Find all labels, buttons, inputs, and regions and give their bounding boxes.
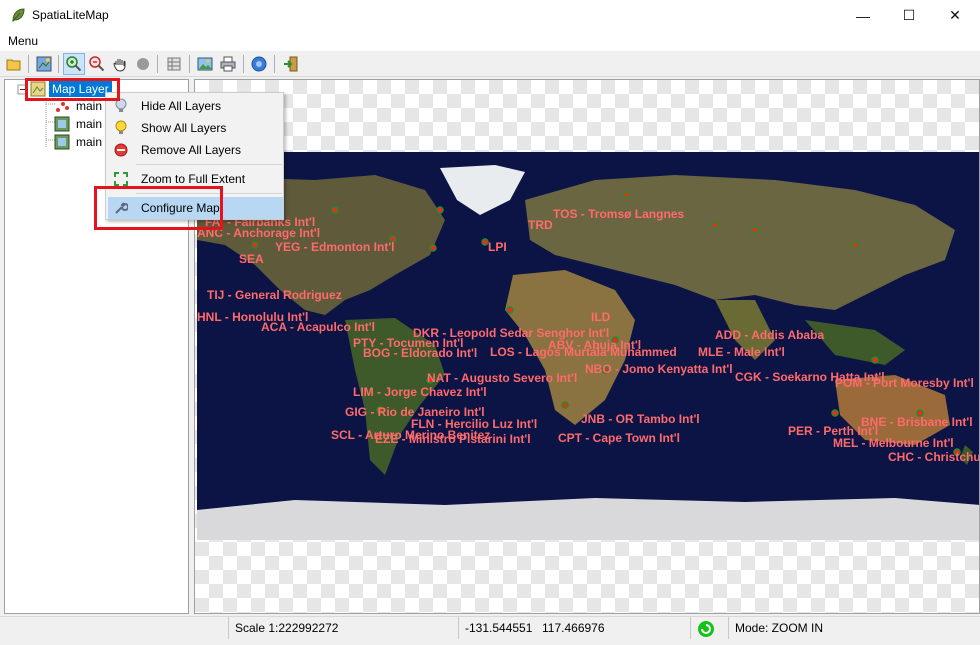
tree-layer-label: main	[76, 116, 103, 131]
zoom-full-extent-label: Zoom to Full Extent	[141, 172, 246, 186]
pan-button[interactable]	[109, 53, 131, 75]
tree-layer-label: main	[76, 134, 103, 149]
table-icon	[167, 57, 181, 71]
toolbar-separator	[28, 55, 29, 73]
mode-text: Mode: ZOOM IN	[735, 621, 824, 635]
hide-all-layers-label: Hide All Layers	[141, 99, 222, 113]
toolbar-separator	[157, 55, 158, 73]
remove-all-layers-item[interactable]: Remove All Layers	[108, 139, 283, 161]
airport-label: ACA - Acapulco Int'l	[261, 320, 375, 334]
airport-label: SEA	[239, 252, 264, 266]
airport-label: MLE - Male Int'l	[698, 345, 785, 359]
airport-label: MEL - Melbourne Int'l	[833, 436, 954, 450]
y-coordinate-readout: 117.466976	[536, 617, 690, 639]
airport-label: TRD	[528, 218, 553, 232]
scale-readout: Scale 1:222992272	[228, 617, 458, 639]
export-image-button[interactable]	[194, 53, 216, 75]
airport-label: ABV - Abuja Int'l	[548, 338, 642, 352]
status-indicator	[690, 617, 728, 639]
airport-label: EZE - Ministro Pistarini Int'l	[375, 432, 531, 446]
toolbar-separator	[274, 55, 275, 73]
app-window: SpatiaLiteMap — ☐ ✕ Menu Map Layer main …	[0, 0, 980, 639]
toolbar-separator	[243, 55, 244, 73]
scale-text: Scale 1:222992272	[235, 621, 339, 635]
menu-main[interactable]: Menu	[8, 34, 38, 48]
mode-readout: Mode: ZOOM IN	[728, 617, 980, 639]
add-layer-button[interactable]	[33, 53, 55, 75]
airport-label: LPI	[488, 240, 507, 254]
show-all-layers-label: Show All Layers	[141, 121, 227, 135]
airport-label: TIJ - General Rodriguez	[207, 288, 342, 302]
airport-label: ILD	[591, 310, 611, 324]
table-button[interactable]	[163, 53, 185, 75]
print-button[interactable]	[217, 53, 239, 75]
airport-label: CPT - Cape Town Int'l	[558, 431, 680, 445]
print-icon	[220, 56, 236, 72]
zoom-in-button[interactable]	[63, 53, 85, 75]
identify-button[interactable]	[132, 53, 154, 75]
exit-icon	[284, 56, 298, 72]
airport-label: YEG - Edmonton Int'l	[275, 240, 395, 254]
raster-layer-icon	[54, 116, 70, 131]
airport-label: BOG - Eldorado Int'l	[363, 346, 478, 360]
tree-layer-item[interactable]: main	[54, 115, 102, 132]
toolbar-separator	[189, 55, 190, 73]
add-layer-icon	[36, 56, 52, 72]
exit-button[interactable]	[280, 53, 302, 75]
title-bar: SpatiaLiteMap — ☐ ✕	[0, 0, 980, 31]
open-button[interactable]	[3, 53, 25, 75]
lightbulb-on-icon	[113, 120, 129, 136]
pan-icon	[113, 59, 126, 72]
maximize-icon: ☐	[902, 7, 916, 23]
maximize-button[interactable]: ☐	[886, 0, 932, 31]
raster-layer-icon	[54, 134, 70, 149]
full-extent-icon	[113, 171, 129, 187]
toolbar	[0, 51, 980, 77]
airport-label: LIM - Jorge Chavez Int'l	[353, 385, 487, 399]
menu-separator	[136, 164, 282, 165]
info-icon	[251, 56, 267, 72]
window-title: SpatiaLiteMap	[32, 8, 109, 22]
close-button[interactable]: ✕	[932, 0, 978, 31]
x-coordinate-readout: -131.544551	[458, 617, 536, 639]
airport-label: TOS - Tromsø Langnes	[553, 207, 685, 221]
toolbar-separator	[58, 55, 59, 73]
hide-all-layers-item[interactable]: Hide All Layers	[108, 95, 283, 117]
airport-label: CHC - Christchurch Int'l	[888, 450, 980, 464]
highlight-box-configure-map	[94, 186, 223, 230]
map-canvas[interactable]: TOS - Tromsø Langnes FAI - Fairbanks Int…	[194, 79, 980, 614]
export-image-icon	[197, 57, 213, 71]
zoom-in-icon	[66, 56, 82, 72]
airport-label: ADD - Addis Ababa	[715, 328, 825, 342]
show-all-layers-item[interactable]: Show All Layers	[108, 117, 283, 139]
app-leaf-icon	[12, 8, 25, 23]
airport-label: CGK - Soekarno Hatta Int'l	[735, 370, 885, 384]
about-button[interactable]	[248, 53, 270, 75]
zoom-out-button[interactable]	[86, 53, 108, 75]
status-bar: Scale 1:222992272 -131.544551 117.466976…	[0, 616, 980, 639]
minimize-icon: —	[856, 7, 870, 24]
x-coordinate-text: -131.544551	[465, 621, 533, 635]
airport-label: BNE - Brisbane Int'l	[861, 415, 973, 429]
close-icon: ✕	[949, 7, 961, 23]
remove-all-layers-label: Remove All Layers	[141, 143, 242, 157]
menu-bar: Menu	[0, 31, 980, 51]
y-coordinate-text: 117.466976	[542, 621, 605, 635]
remove-icon	[113, 142, 129, 158]
highlight-box-map-layer	[25, 78, 120, 101]
tree-layer-item[interactable]: main	[54, 133, 102, 150]
airport-label: NBO - Jomo Kenyatta Int'l	[585, 362, 733, 376]
refresh-status-icon	[698, 621, 714, 637]
airport-label: JNB - OR Tambo Int'l	[581, 412, 700, 426]
minimize-button[interactable]: —	[840, 0, 886, 31]
zoom-out-icon	[89, 56, 105, 72]
identify-icon	[137, 58, 149, 70]
airport-label: NAT - Augusto Severo Int'l	[427, 371, 578, 385]
open-icon	[6, 59, 21, 71]
